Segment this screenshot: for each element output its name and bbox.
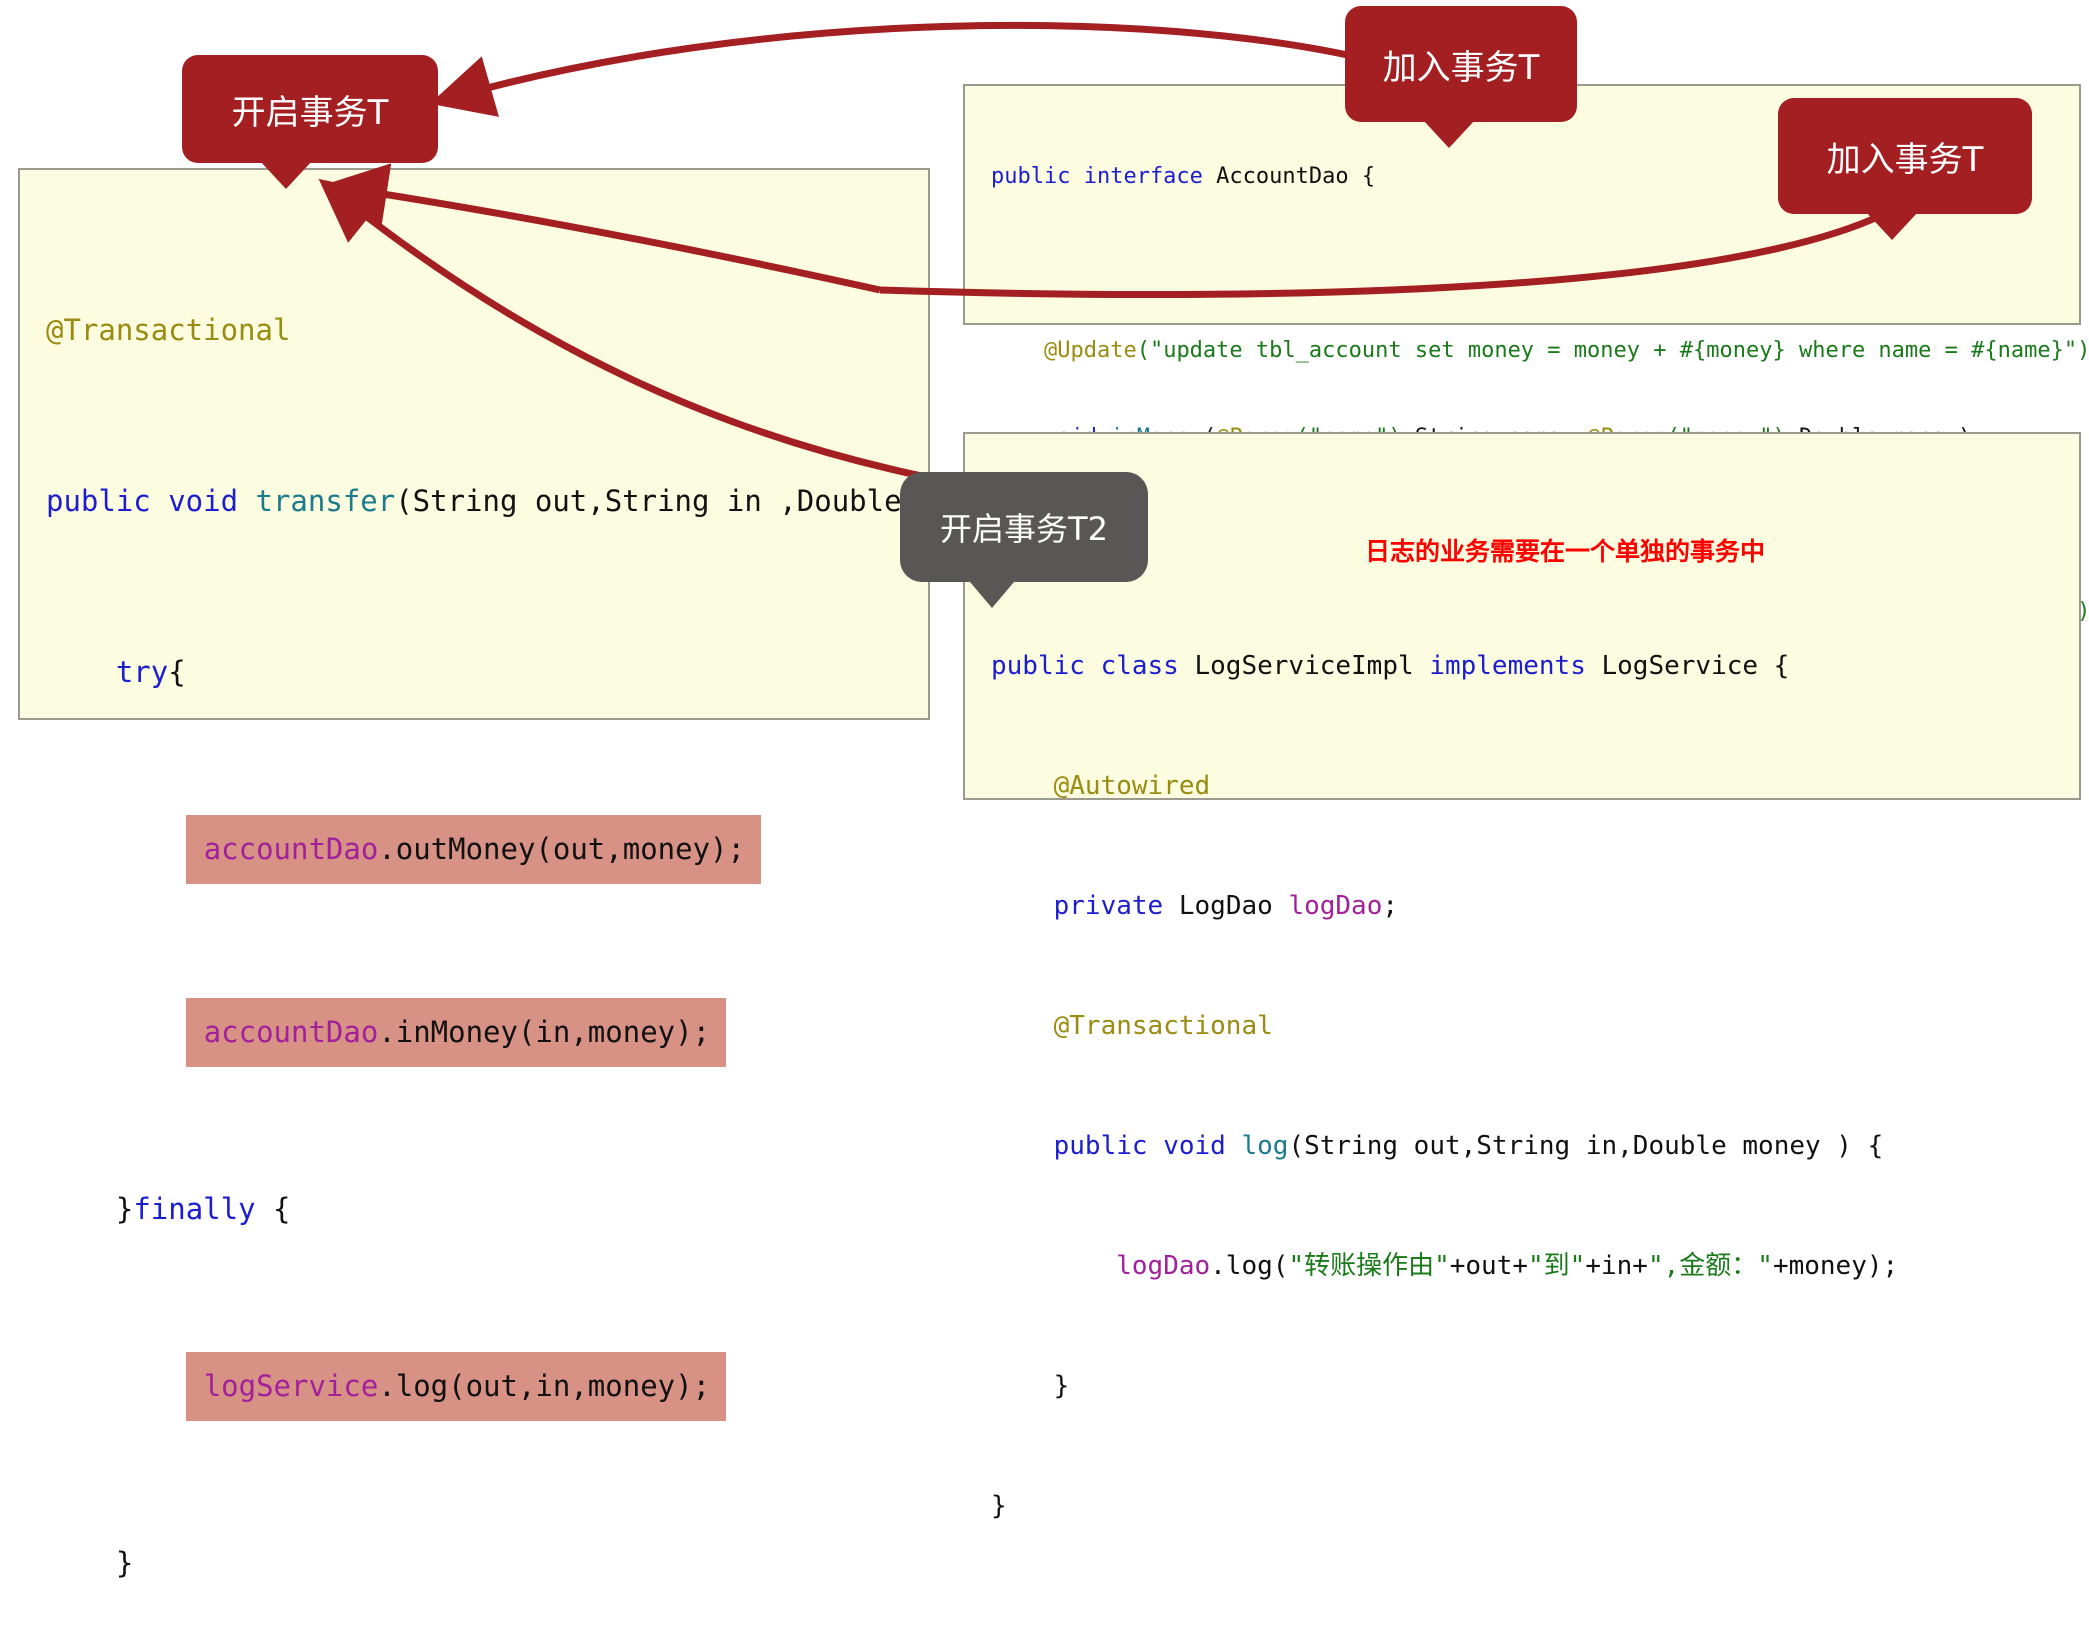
sql-string: ("update tbl_account set money = money +… [1136, 338, 2089, 363]
string-literal: "到" [1528, 1251, 1586, 1281]
callout-label: 开启事务T [231, 92, 389, 133]
code-line-highlighted: accountDao.inMoney(in,money); [46, 998, 928, 1067]
method-args: (String out,String in,Double money ) { [1288, 1131, 1884, 1161]
keyword: public interface [991, 164, 1217, 189]
code-line: logDao.log("转账操作由"+out+"到"+in+",金额："+mon… [991, 1246, 2079, 1286]
string-literal: ",金额：" [1647, 1251, 1773, 1281]
brace: { [255, 1192, 291, 1226]
concat: +out+ [1449, 1251, 1529, 1281]
keyword-finally: finally [133, 1192, 256, 1226]
keyword: private [1053, 891, 1179, 921]
annotation-update: @Update [1043, 338, 1137, 363]
callout-tail [260, 161, 312, 189]
annotation-transactional: @Transactional [1053, 1011, 1273, 1041]
code-line: @Update("update tbl_account set money = … [991, 336, 2089, 365]
brace: } [115, 1192, 134, 1226]
semicolon: ; [1382, 891, 1399, 921]
call-inmoney: .inMoney(in,money); [378, 1015, 711, 1049]
field-accountdao: accountDao [203, 832, 379, 866]
code-line: private LogDao logDao; [991, 886, 2079, 926]
string-literal: "转账操作由" [1288, 1251, 1450, 1281]
callout-join-transaction-t-2[interactable]: 加入事务T [1778, 98, 2032, 240]
callout-tail [1423, 120, 1475, 148]
field-type: LogDao [1178, 891, 1289, 921]
method-name-log: log [1241, 1131, 1289, 1161]
slide-canvas: @Transactional public void transfer(Stri… [0, 0, 2089, 1580]
field-accountdao: accountDao [203, 1015, 379, 1049]
note-single-transaction: 日志的业务需要在一个单独的事务中 [1365, 537, 1766, 566]
brace-close-inner: } [1053, 1371, 1070, 1401]
annotation-transactional: @Transactional [46, 313, 291, 347]
highlight-inmoney: accountDao.inMoney(in,money); [185, 998, 727, 1067]
highlight-logservice: logService.log(out,in,money); [185, 1352, 727, 1421]
callout-open-transaction-t2[interactable]: 开启事务T2 [900, 472, 1148, 608]
keyword: public void [1053, 1131, 1242, 1161]
brace: { [168, 655, 186, 689]
callout-open-transaction-t[interactable]: 开启事务T [182, 55, 438, 189]
code-line-highlighted: logService.log(out,in,money); [46, 1352, 928, 1421]
code-line: try{ [46, 644, 928, 701]
method-name: transfer [255, 484, 396, 518]
keyword-implements: implements [1429, 651, 1602, 681]
call-log: .log(out,in,money); [378, 1369, 711, 1403]
code-line: }finally { [46, 1181, 928, 1238]
brace-close-outer: } [991, 1491, 1007, 1521]
code-line-highlighted: accountDao.outMoney(out,money); [46, 815, 928, 884]
class-name: LogServiceImpl [1194, 651, 1430, 681]
callout-tail [970, 582, 1014, 608]
interface-name: AccountDao { [1216, 164, 1376, 189]
code-line: @Transactional [46, 302, 928, 359]
callout-label: 加入事务T [1382, 47, 1540, 88]
call-log: .log( [1210, 1251, 1289, 1281]
code-panel-transfer: @Transactional public void transfer(Stri… [18, 168, 1041, 1580]
callout-join-transaction-t-1[interactable]: 加入事务T [1345, 6, 1577, 148]
concat: +in+ [1585, 1251, 1648, 1281]
code-line: @Transactional [991, 1006, 2079, 1046]
code-line: } [46, 1535, 928, 1592]
code-line: public void log(String out,String in,Dou… [991, 1126, 2079, 1166]
code-line: public class LogServiceImpl implements L… [991, 646, 2079, 686]
concat: +money); [1772, 1251, 1899, 1281]
field-logdao: logDao [1288, 891, 1383, 921]
keyword: public void [46, 484, 256, 518]
call-outmoney: .outMoney(out,money); [378, 832, 745, 866]
code-line: @Autowired [991, 766, 2079, 806]
code-line: } [991, 1366, 2079, 1406]
code-line: public void transfer(String out,String i… [46, 473, 1041, 530]
code-line: } [991, 1486, 2079, 1526]
keyword: public class [991, 651, 1195, 681]
highlight-outmoney: accountDao.outMoney(out,money); [185, 815, 761, 884]
keyword-try: try [115, 655, 169, 689]
annotation-autowired: @Autowired [1053, 771, 1211, 801]
field-logdao: logDao [1116, 1251, 1211, 1281]
callout-tail [1866, 212, 1918, 240]
callout-label: 开启事务T2 [940, 510, 1108, 548]
brace-close-inner: } [115, 1546, 134, 1580]
field-logservice: logService [203, 1369, 379, 1403]
interface-name: LogService { [1601, 651, 1790, 681]
callout-label: 加入事务T [1826, 139, 1984, 180]
